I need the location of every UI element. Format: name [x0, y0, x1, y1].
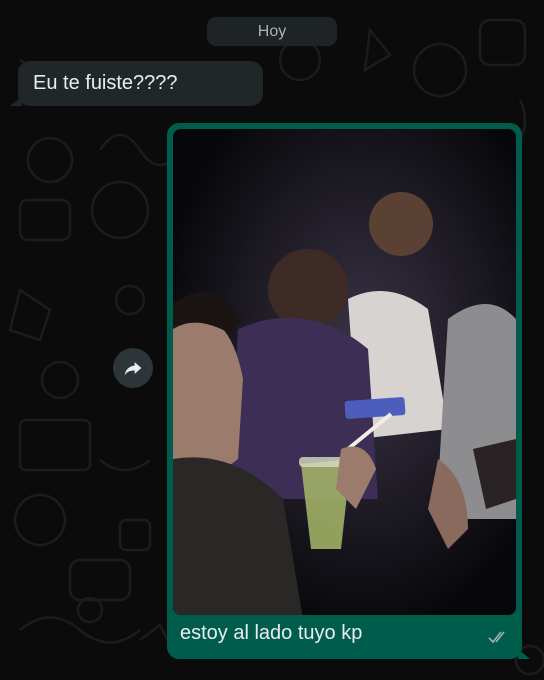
- photo-content: [173, 129, 516, 615]
- double-check-icon: [488, 630, 510, 649]
- forward-button[interactable]: [113, 348, 153, 388]
- incoming-message-text: Eu te fuiste????: [33, 72, 178, 94]
- message-photo[interactable]: [173, 129, 516, 615]
- forward-arrow-icon: [124, 362, 142, 376]
- outgoing-message-bubble[interactable]: estoy al lado tuyo kp: [167, 123, 530, 659]
- incoming-message-bubble[interactable]: Eu te fuiste????: [10, 61, 263, 106]
- bubble-tail: [518, 649, 530, 659]
- outgoing-message-text: estoy al lado tuyo kp: [180, 622, 363, 644]
- date-separator: Hoy: [207, 17, 337, 46]
- bubble-tail: [10, 96, 22, 106]
